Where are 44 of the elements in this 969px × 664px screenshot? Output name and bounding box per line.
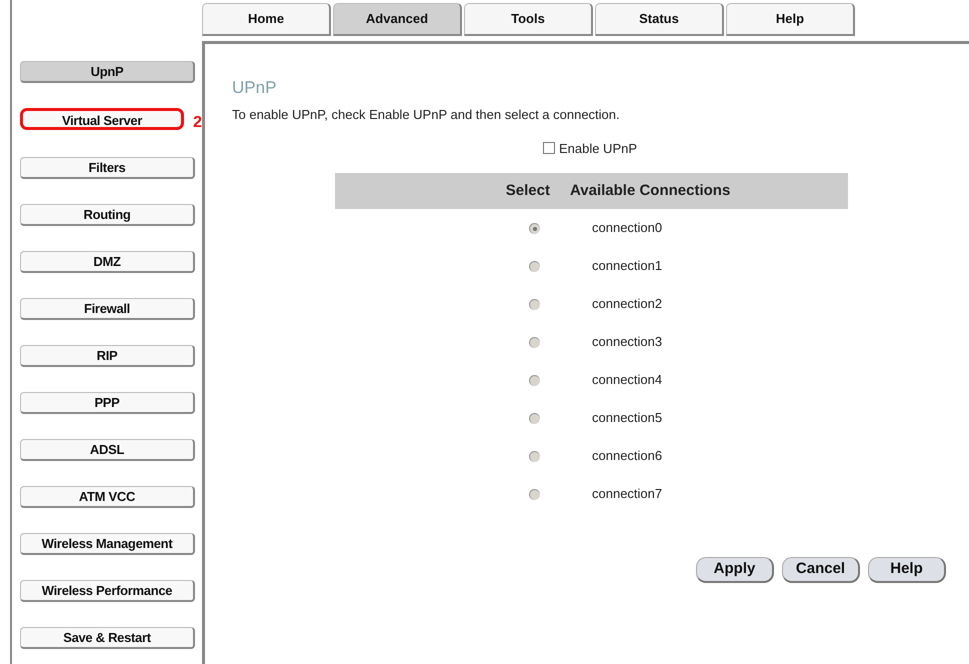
connection-name: connection4	[592, 371, 662, 390]
nav-tab[interactable]: Help	[726, 3, 855, 36]
sidebar-button[interactable]: Routing	[20, 204, 195, 226]
nav-tab[interactable]: Advanced	[333, 3, 462, 36]
instructions-text: To enable UPnP, check Enable UPnP and then select a connection.	[232, 106, 621, 124]
connection-name: connection2	[592, 295, 662, 314]
radio-button[interactable]	[529, 260, 540, 272]
connection-name: connection6	[592, 447, 662, 466]
action-button[interactable]: Cancel	[782, 557, 860, 583]
sidebar-button[interactable]: RIP	[20, 345, 195, 367]
action-button[interactable]: Help	[868, 557, 946, 583]
enable-checkbox[interactable]	[542, 142, 555, 154]
sidebar-button[interactable]: UpnP	[20, 61, 195, 83]
radio-button[interactable]	[529, 336, 540, 348]
sidebar-button[interactable]: Filters	[20, 157, 195, 179]
nav-tab[interactable]: Tools	[464, 3, 593, 36]
sidebar-button[interactable]: Save & Restart	[20, 627, 195, 649]
connection-name: connection7	[592, 485, 662, 504]
checkbox-label: Enable UPnP	[558, 140, 638, 158]
sidebar-button[interactable]: Wireless Management	[20, 533, 195, 555]
sidebar-button[interactable]: DMZ	[20, 251, 195, 273]
column-header: Available Connections	[570, 180, 730, 201]
nav-tab[interactable]: Status	[595, 3, 724, 36]
sidebar-button[interactable]: Firewall	[20, 298, 195, 320]
radio-button[interactable]	[529, 412, 540, 424]
sidebar-button[interactable]: PPP	[20, 392, 195, 414]
connection-name: connection5	[592, 409, 662, 428]
page-title: UPnP	[232, 78, 278, 98]
radio-button[interactable]	[529, 374, 540, 386]
annotation-number: 2	[193, 114, 202, 132]
action-button[interactable]: Apply	[696, 557, 774, 583]
radio-button[interactable]	[529, 298, 540, 310]
connection-name: connection0	[592, 219, 662, 238]
radio-button[interactable]	[529, 450, 540, 462]
sidebar-button[interactable]: Virtual Server	[20, 108, 184, 130]
radio-button[interactable]	[529, 222, 540, 234]
radio-button[interactable]	[529, 488, 540, 500]
sidebar-button[interactable]: Wireless Performance	[20, 580, 195, 602]
column-header: Select	[504, 180, 551, 201]
connection-name: connection1	[592, 257, 662, 276]
connection-name: connection3	[592, 333, 662, 352]
nav-tab[interactable]: Home	[202, 3, 331, 36]
sidebar-button[interactable]: ADSL	[20, 439, 195, 461]
sidebar-button[interactable]: ATM VCC	[20, 486, 195, 508]
